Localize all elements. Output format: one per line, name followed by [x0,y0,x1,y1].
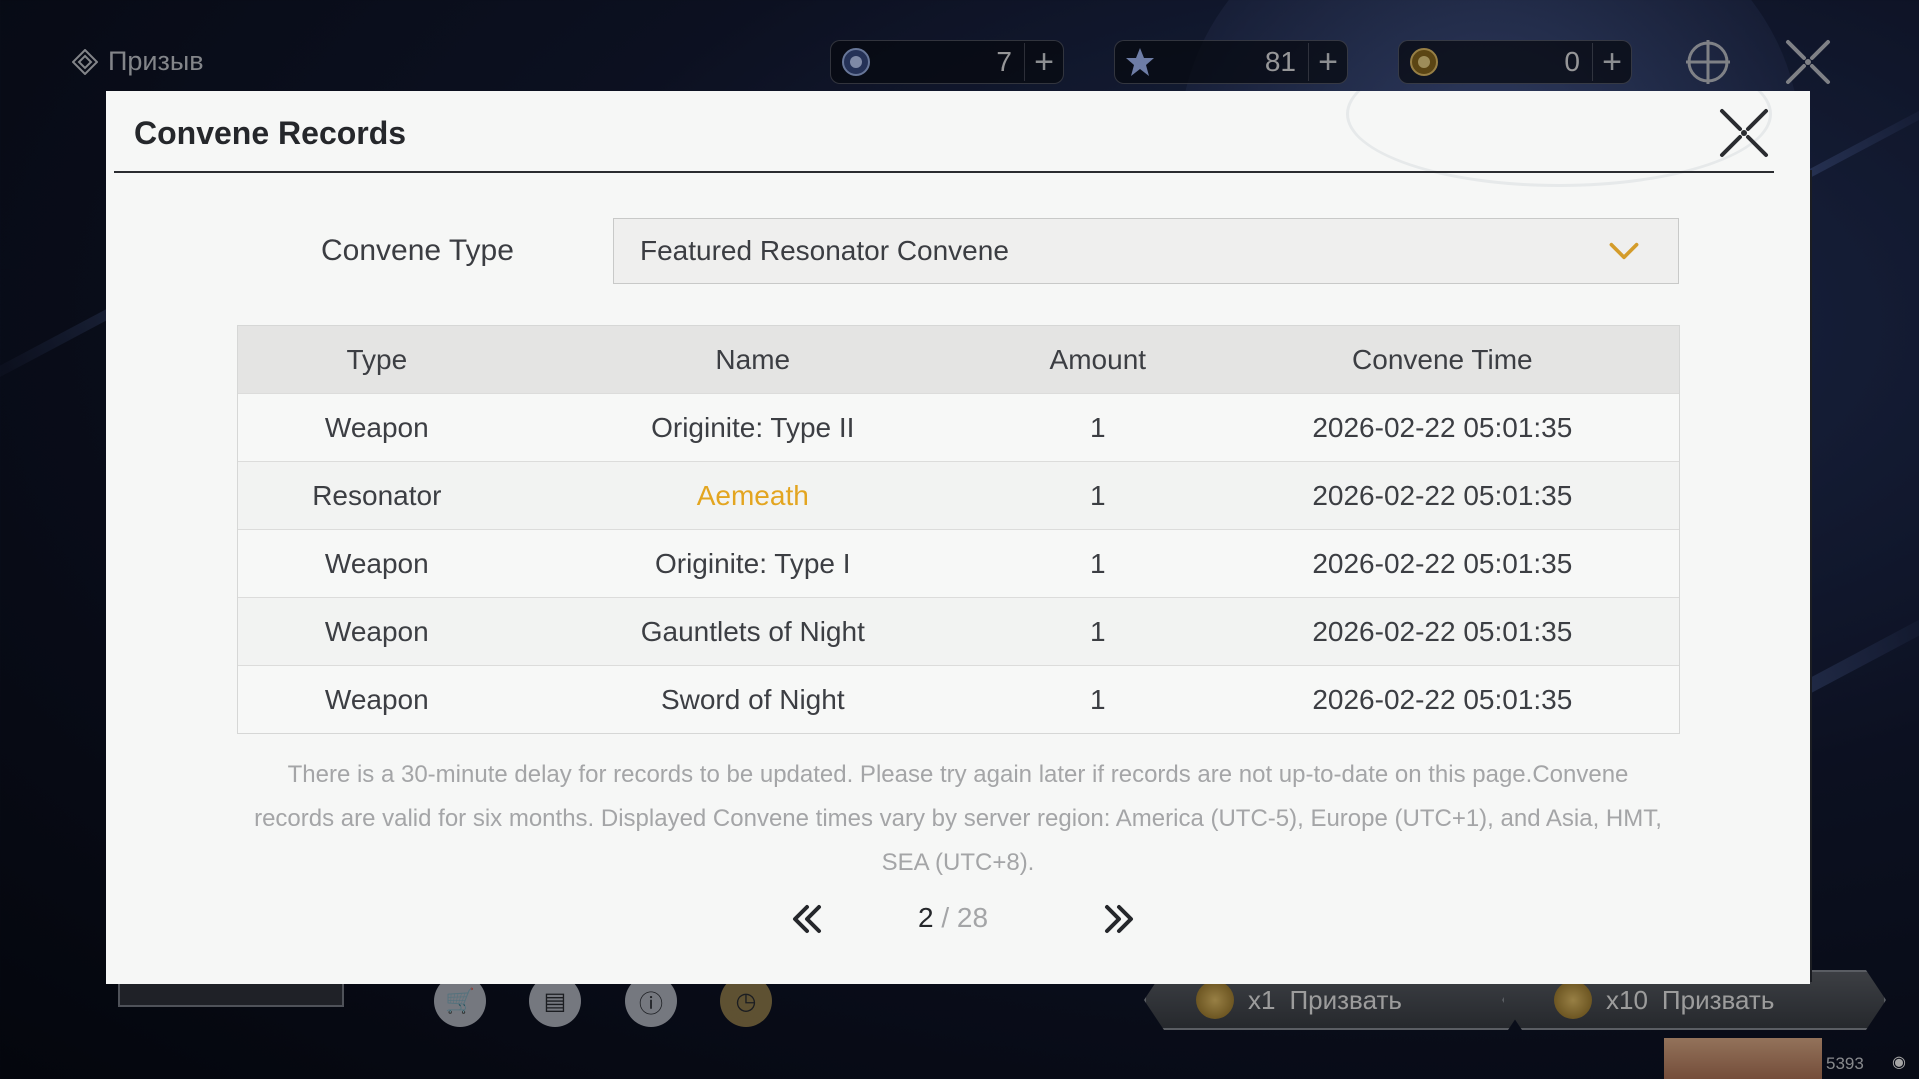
table-header: Type Name Amount Convene Time [238,326,1679,393]
record-name: Aemeath [696,479,809,511]
column-header-amount: Amount [1049,343,1147,375]
pagination: 2 / 28 [106,894,1810,944]
double-chevron-left-icon [793,905,821,933]
record-type: Weapon [324,547,429,579]
record-time: 2026-02-22 05:01:35 [1312,547,1573,579]
column-header-type: Type [346,343,408,375]
record-type: Weapon [324,615,429,647]
column-header-time: Convene Time [1352,343,1533,375]
convene-type-value: Featured Resonator Convene [640,235,1009,266]
close-icon [1720,109,1768,157]
page-indicator: 2 / 28 [918,902,988,934]
table-row: Weapon Originite: Type I 1 2026-02-22 05… [238,529,1679,597]
record-amount: 1 [1090,479,1106,511]
record-time: 2026-02-22 05:01:35 [1312,411,1573,443]
table-row: Weapon Sword of Night 1 2026-02-22 05:01… [238,665,1679,733]
record-time: 2026-02-22 05:01:35 [1312,479,1573,511]
record-amount: 1 [1090,683,1106,715]
record-time: 2026-02-22 05:01:35 [1312,615,1573,647]
record-type: Resonator [312,479,442,511]
record-name: Originite: Type I [654,547,851,579]
current-page: 2 [918,902,934,933]
record-type: Weapon [324,411,429,443]
table-row: Resonator Aemeath 1 2026-02-22 05:01:35 [238,461,1679,529]
column-header-name: Name [715,343,791,375]
previous-page-button[interactable] [782,894,832,944]
table-row: Weapon Gauntlets of Night 1 2026-02-22 0… [238,597,1679,665]
total-pages: 28 [956,902,989,933]
record-amount: 1 [1090,411,1106,443]
header-divider [114,171,1774,173]
modal-title: Convene Records [134,115,407,151]
record-name: Gauntlets of Night [640,615,865,647]
close-modal-button[interactable] [1718,107,1770,159]
table-row: Weapon Originite: Type II 1 2026-02-22 0… [238,393,1679,461]
records-table: Type Name Amount Convene Time Weapon Ori… [237,325,1680,734]
record-amount: 1 [1090,615,1106,647]
record-amount: 1 [1090,547,1106,579]
record-name: Originite: Type II [651,411,855,443]
page-separator: / [933,902,957,933]
record-time: 2026-02-22 05:01:35 [1312,683,1573,715]
chevron-down-icon [1604,231,1644,271]
convene-type-label: Convene Type [321,234,514,267]
record-type: Weapon [324,683,429,715]
convene-records-modal: Convene Records Convene Type Featured Re… [106,91,1810,984]
next-page-button[interactable] [1094,894,1144,944]
convene-type-dropdown[interactable]: Featured Resonator Convene [613,218,1679,284]
record-name: Sword of Night [660,683,845,715]
records-note: There is a 30-minute delay for records t… [254,761,1662,876]
double-chevron-right-icon [1105,905,1133,933]
